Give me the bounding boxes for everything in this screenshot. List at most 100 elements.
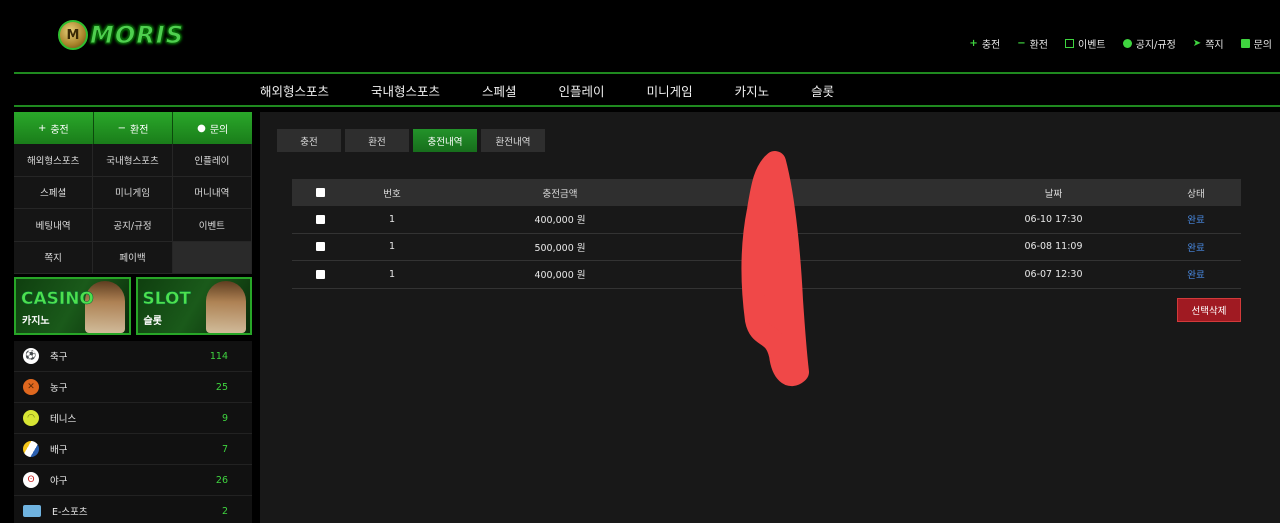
sport-count: 7 (221, 443, 228, 455)
sidebar-item-empty (172, 241, 252, 274)
history-tabs: 충전 환전 충전내역 환전내역 (277, 129, 545, 152)
quick-withdraw-button[interactable]: − 환전 (93, 112, 174, 144)
sport-item-baseball[interactable]: ʘ 야구 26 (14, 465, 252, 496)
sport-name: 농구 (50, 383, 68, 394)
header-no: 번호 (383, 188, 401, 200)
nav-minigame[interactable]: 미니게임 (647, 81, 693, 100)
sport-name: 축구 (50, 352, 68, 363)
sport-name: 배구 (50, 445, 68, 456)
sidebar-item-inplay[interactable]: 인플레이 (172, 144, 252, 177)
quick-label: 환전 (130, 124, 149, 136)
top-link-label: 충전 (981, 40, 1001, 51)
nav-inplay[interactable]: 인플레이 (559, 81, 605, 100)
sidebar-item-money-history[interactable]: 머니내역 (172, 176, 252, 209)
top-link-deposit[interactable]: + 충전 (969, 36, 1000, 51)
row-checkbox[interactable] (315, 242, 325, 252)
banner-subtitle: 카지노 (22, 316, 50, 327)
banner-title: CASINO (21, 289, 94, 310)
select-all-checkbox[interactable] (315, 188, 325, 197)
plus-icon: + (969, 38, 978, 49)
quick-deposit-button[interactable]: + 충전 (14, 112, 94, 144)
nav-overseas-sports[interactable]: 해외형스포츠 (260, 81, 329, 100)
game-banners: CASINO 카지노 SLOT 슬롯 (14, 277, 252, 335)
sidebar-item-special[interactable]: 스페셜 (14, 176, 94, 209)
cell-status-link[interactable]: 완료 (1187, 215, 1204, 226)
sport-item-tennis[interactable]: ◠ 테니스 9 (14, 403, 252, 434)
top-link-withdraw[interactable]: − 환전 (1017, 36, 1048, 51)
header-status: 상태 (1187, 188, 1205, 200)
nav-casino[interactable]: 카지노 (735, 81, 770, 100)
tab-deposit[interactable]: 충전 (277, 129, 341, 152)
top-links: + 충전 − 환전 이벤트 공지/규정 ➤ 쪽지 문의 (969, 36, 1272, 51)
top-link-label: 공지/규정 (1135, 40, 1176, 51)
cell-status-link[interactable]: 완료 (1187, 243, 1204, 254)
sidebar-item-bet-history[interactable]: 베팅내역 (14, 209, 94, 242)
slot-banner[interactable]: SLOT 슬롯 (135, 277, 252, 335)
sport-name: 테니스 (50, 414, 77, 425)
sport-name: E-스포츠 (52, 507, 88, 518)
main-nav: 해외형스포츠 국내형스포츠 스페셜 인플레이 미니게임 카지노 슬롯 (260, 76, 834, 104)
tennis-ball-icon: ◠ (23, 410, 39, 426)
sidebar-item-payback[interactable]: 페이백 (93, 241, 173, 274)
sport-item-soccer[interactable]: ⚽ 축구 114 (14, 341, 252, 372)
calendar-icon (1065, 39, 1075, 48)
top-link-label: 이벤트 (1078, 40, 1106, 51)
site-logo[interactable]: M MORIS (58, 18, 184, 52)
main-content: 충전 환전 충전내역 환전내역 번호 충전금액 날짜 상태 1 400,000 … (260, 112, 1280, 523)
table-row: 1 400,000 원 06-10 17:30 완료 (292, 206, 1241, 234)
sidebar-item-notice[interactable]: 공지/규정 (93, 209, 173, 242)
top-link-label: 쪽지 (1205, 40, 1224, 51)
top-link-label: 환전 (1029, 40, 1049, 51)
checkbox-icon (1240, 39, 1250, 48)
banner-subtitle: 슬롯 (143, 316, 162, 327)
volleyball-icon (23, 441, 39, 457)
top-link-event[interactable]: 이벤트 (1065, 36, 1106, 51)
top-link-inquiry[interactable]: 문의 (1240, 36, 1272, 51)
sports-list: ⚽ 축구 114 ✕ 농구 25 ◠ 테니스 9 배구 7 ʘ 야구 26 E-… (14, 341, 252, 523)
cell-status-link[interactable]: 완료 (1187, 270, 1204, 281)
sidebar-item-message[interactable]: 쪽지 (14, 241, 94, 274)
nav-domestic-sports[interactable]: 국내형스포츠 (371, 81, 440, 100)
notice-icon (1122, 39, 1132, 48)
tab-deposit-history[interactable]: 충전내역 (413, 129, 477, 152)
banner-title: SLOT (142, 289, 192, 310)
top-link-label: 문의 (1253, 40, 1272, 51)
casino-banner[interactable]: CASINO 카지노 (14, 277, 131, 335)
sidebar-item-minigame[interactable]: 미니게임 (93, 176, 173, 209)
quick-actions: + 충전 − 환전 ● 문의 (14, 112, 253, 144)
header-amount: 충전금액 (542, 188, 578, 200)
cell-no: 1 (388, 241, 396, 253)
nav-special[interactable]: 스페셜 (482, 81, 517, 100)
basketball-icon: ✕ (23, 379, 39, 395)
esports-icon (23, 505, 41, 517)
nav-slot[interactable]: 슬롯 (811, 81, 834, 100)
top-link-message[interactable]: ➤ 쪽지 (1193, 36, 1224, 51)
table-row: 1 500,000 원 06-08 11:09 완료 (292, 234, 1241, 261)
tab-withdraw[interactable]: 환전 (345, 129, 409, 152)
sport-item-esports[interactable]: E-스포츠 2 (14, 496, 252, 523)
sport-name: 야구 (50, 476, 68, 487)
cell-date: 06-08 11:09 (1024, 241, 1083, 253)
sport-item-volleyball[interactable]: 배구 7 (14, 434, 252, 465)
table-row: 1 400,000 원 06-07 12:30 완료 (292, 261, 1241, 289)
sidebar-item-event[interactable]: 이벤트 (172, 209, 252, 242)
sport-item-basketball[interactable]: ✕ 농구 25 (14, 372, 252, 403)
soccer-ball-icon: ⚽ (23, 348, 39, 364)
sport-count: 2 (221, 505, 228, 517)
info-icon: ● (197, 122, 206, 134)
row-checkbox[interactable] (315, 269, 325, 279)
top-link-notice[interactable]: 공지/규정 (1122, 36, 1176, 51)
tab-withdraw-history[interactable]: 환전내역 (481, 129, 545, 152)
sidebar-menu-grid: 해외형스포츠 국내형스포츠 인플레이 스페셜 미니게임 머니내역 베팅내역 공지… (14, 144, 252, 274)
row-checkbox[interactable] (315, 214, 325, 224)
nav-divider-top (14, 72, 1280, 74)
quick-label: 충전 (50, 124, 69, 136)
quick-inquiry-button[interactable]: ● 문의 (173, 112, 253, 144)
sidebar-item-overseas-sports[interactable]: 해외형스포츠 (14, 144, 94, 177)
sport-count: 9 (221, 412, 228, 424)
cell-date: 06-07 12:30 (1024, 268, 1083, 280)
minus-icon: − (1017, 38, 1026, 49)
delete-selected-button[interactable]: 선택삭제 (1177, 298, 1241, 322)
plus-icon: + (37, 122, 47, 134)
sidebar-item-domestic-sports[interactable]: 국내형스포츠 (93, 144, 173, 177)
